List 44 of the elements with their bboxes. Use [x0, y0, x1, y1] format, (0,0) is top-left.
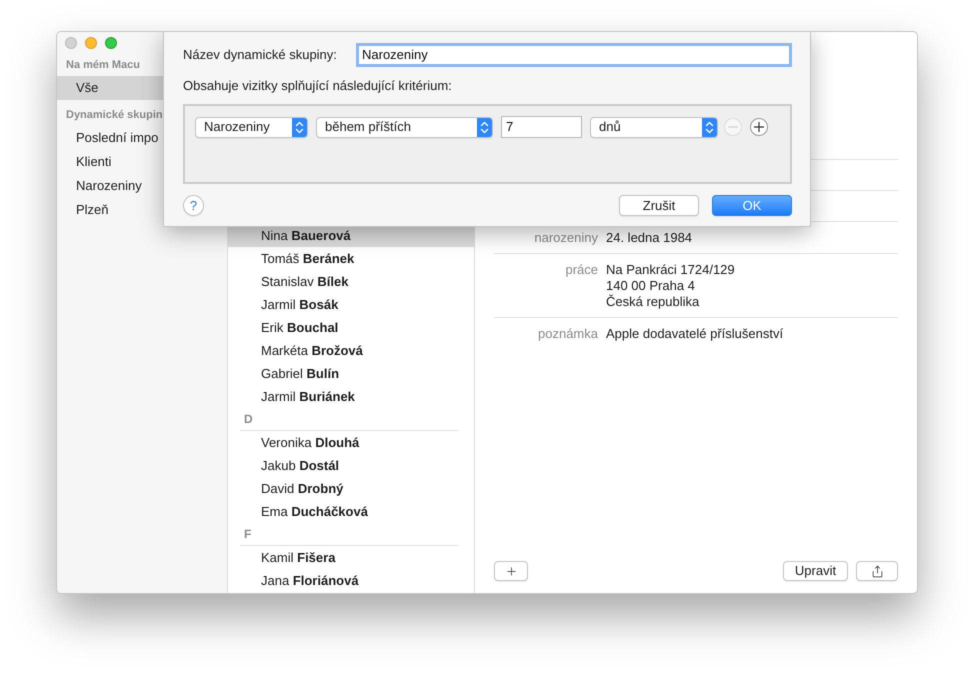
section-letter: D [244, 411, 253, 428]
add-criterion-button[interactable] [750, 118, 768, 136]
minimize-button[interactable] [85, 37, 97, 49]
contact-item[interactable]: Jarmil Bosák [228, 293, 474, 316]
dialog-button[interactable]: Zrušit [619, 195, 699, 216]
popup-button[interactable]: během příštích [316, 116, 493, 138]
value-field[interactable]: 7 [501, 116, 582, 138]
stepper-icon [292, 118, 307, 136]
zoom-button[interactable] [105, 37, 117, 49]
sidebar-heading: Dynamické skupin [65, 109, 164, 121]
field-label: práce [564, 262, 598, 278]
edit-button[interactable]: Upravit [783, 561, 848, 581]
share-icon [870, 564, 884, 578]
share-button[interactable] [856, 561, 898, 581]
field-value: 24. ledna 1984 [606, 230, 692, 246]
contact-item[interactable]: Ema Ducháčková [228, 500, 474, 523]
sidebar-heading: Na mém Macu [65, 59, 141, 71]
minus-icon [728, 126, 738, 128]
contact-item[interactable]: Jakub Dostál [228, 454, 474, 477]
contact-item[interactable]: Markéta Brožová [228, 339, 474, 362]
contact-item[interactable]: Erik Bouchal [228, 316, 474, 339]
section-letter: F [244, 526, 252, 543]
stepper-icon [477, 118, 492, 136]
add-button[interactable] [494, 561, 528, 581]
popup-button[interactable]: Narozeniny [195, 116, 308, 138]
contact-item[interactable]: David Drobný [228, 477, 474, 500]
popup-button[interactable]: dnů [590, 116, 718, 138]
contact-item[interactable]: Stanislav Bílek [228, 270, 474, 293]
stepper-icon [702, 118, 717, 136]
field-value: Apple dodavatelé příslušenství [606, 326, 784, 342]
help-button[interactable]: ? [183, 195, 204, 216]
contact-item[interactable]: Kamil Fišera [228, 546, 474, 569]
plus-icon [504, 564, 518, 578]
name-field[interactable]: Narozeniny [356, 43, 792, 67]
contact-item[interactable]: Gabriel Bulín [228, 362, 474, 385]
field-value: Na Pankráci 1724/129 140 00 Praha 4 Česká republika [606, 262, 735, 310]
contact-item[interactable]: Jana Floriánová [228, 569, 474, 592]
contact-item[interactable]: Tomáš Beránek [228, 247, 474, 270]
field-label: poznámka [537, 326, 598, 342]
contact-item[interactable]: Veronika Dlouhá [228, 431, 474, 454]
plus-icon [754, 122, 764, 132]
name-label: Název dynamické skupiny: [183, 46, 337, 64]
field-label: narozeniny [533, 230, 598, 246]
contact-item[interactable]: Jarmil Buriánek [228, 385, 474, 408]
